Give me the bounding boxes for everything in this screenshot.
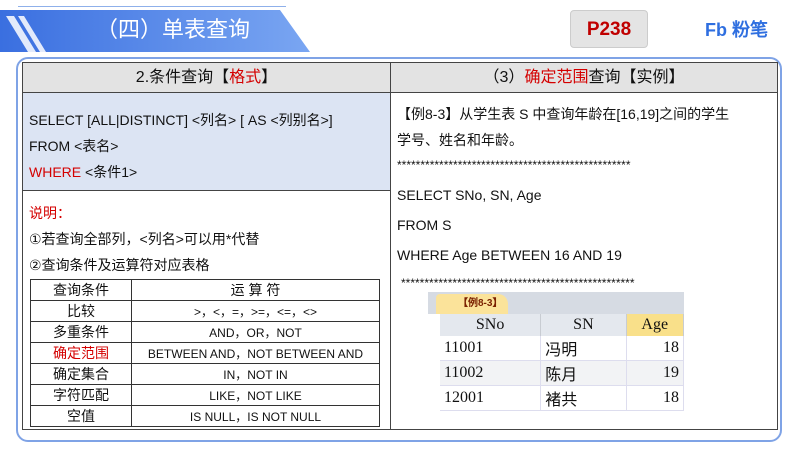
note-label: 说明： — [29, 205, 71, 221]
result-tab[interactable]: 【例8-3】 — [436, 294, 508, 314]
logo: Fb 粉笔 — [705, 20, 768, 40]
table-row: 11002 陈月 19 — [440, 360, 685, 386]
banner-line — [18, 6, 286, 7]
stripes-decoration — [6, 16, 46, 52]
column-header[interactable]: SNo — [440, 314, 542, 336]
syntax-line: SELECT [ALL|DISTINCT] <列名> [ AS <列别名>] — [29, 112, 333, 128]
example-text: 学号、姓名和年龄。 — [397, 132, 523, 148]
result-grid: SNo SN Age 11001 冯明 18 11002 陈月 19 12001 褚共 18 — [440, 314, 685, 411]
right-heading: （3）确定范围查询【实例】 — [390, 62, 778, 93]
note: ①若查询全部列，<列名>可以用*代替 — [29, 231, 260, 247]
syntax-line: FROM <表名> — [29, 138, 119, 154]
separator: ****************************************… — [397, 158, 631, 172]
sql-line: FROM S — [397, 217, 452, 233]
left-heading: 2.条件查询【格式】 — [22, 62, 391, 93]
sql-line: WHERE Age BETWEEN 16 AND 19 — [397, 247, 622, 263]
page-title: （四）单表查询 — [96, 17, 251, 42]
query-result-window: 【例8-3】 SNo SN Age 11001 冯明 18 11002 陈月 19 1200… — [428, 292, 685, 411]
page-number-badge: P238 — [570, 10, 648, 48]
sql-line: SELECT SNo, SN, Age — [397, 187, 542, 203]
note: ②查询条件及运算符对应表格 — [29, 257, 210, 273]
example-text: 【例8-3】从学生表 S 中查询年龄在[16,19]之间的学生 — [397, 106, 730, 122]
table-row: 12001 褚共 18 — [440, 385, 685, 411]
logo-text: 粉笔 — [732, 20, 768, 40]
separator: ****************************************… — [401, 276, 635, 290]
operator-table: 查询条件运 算 符 比较 >，<，=，>=，<=，<> 多重条件 AND，OR，NO… — [30, 279, 380, 427]
table-row: 11001 冯明 18 — [440, 336, 685, 361]
syntax-line: WHERE <条件1> — [29, 164, 138, 180]
column-header[interactable]: Age — [626, 314, 685, 336]
column-header[interactable]: SN — [540, 314, 627, 336]
